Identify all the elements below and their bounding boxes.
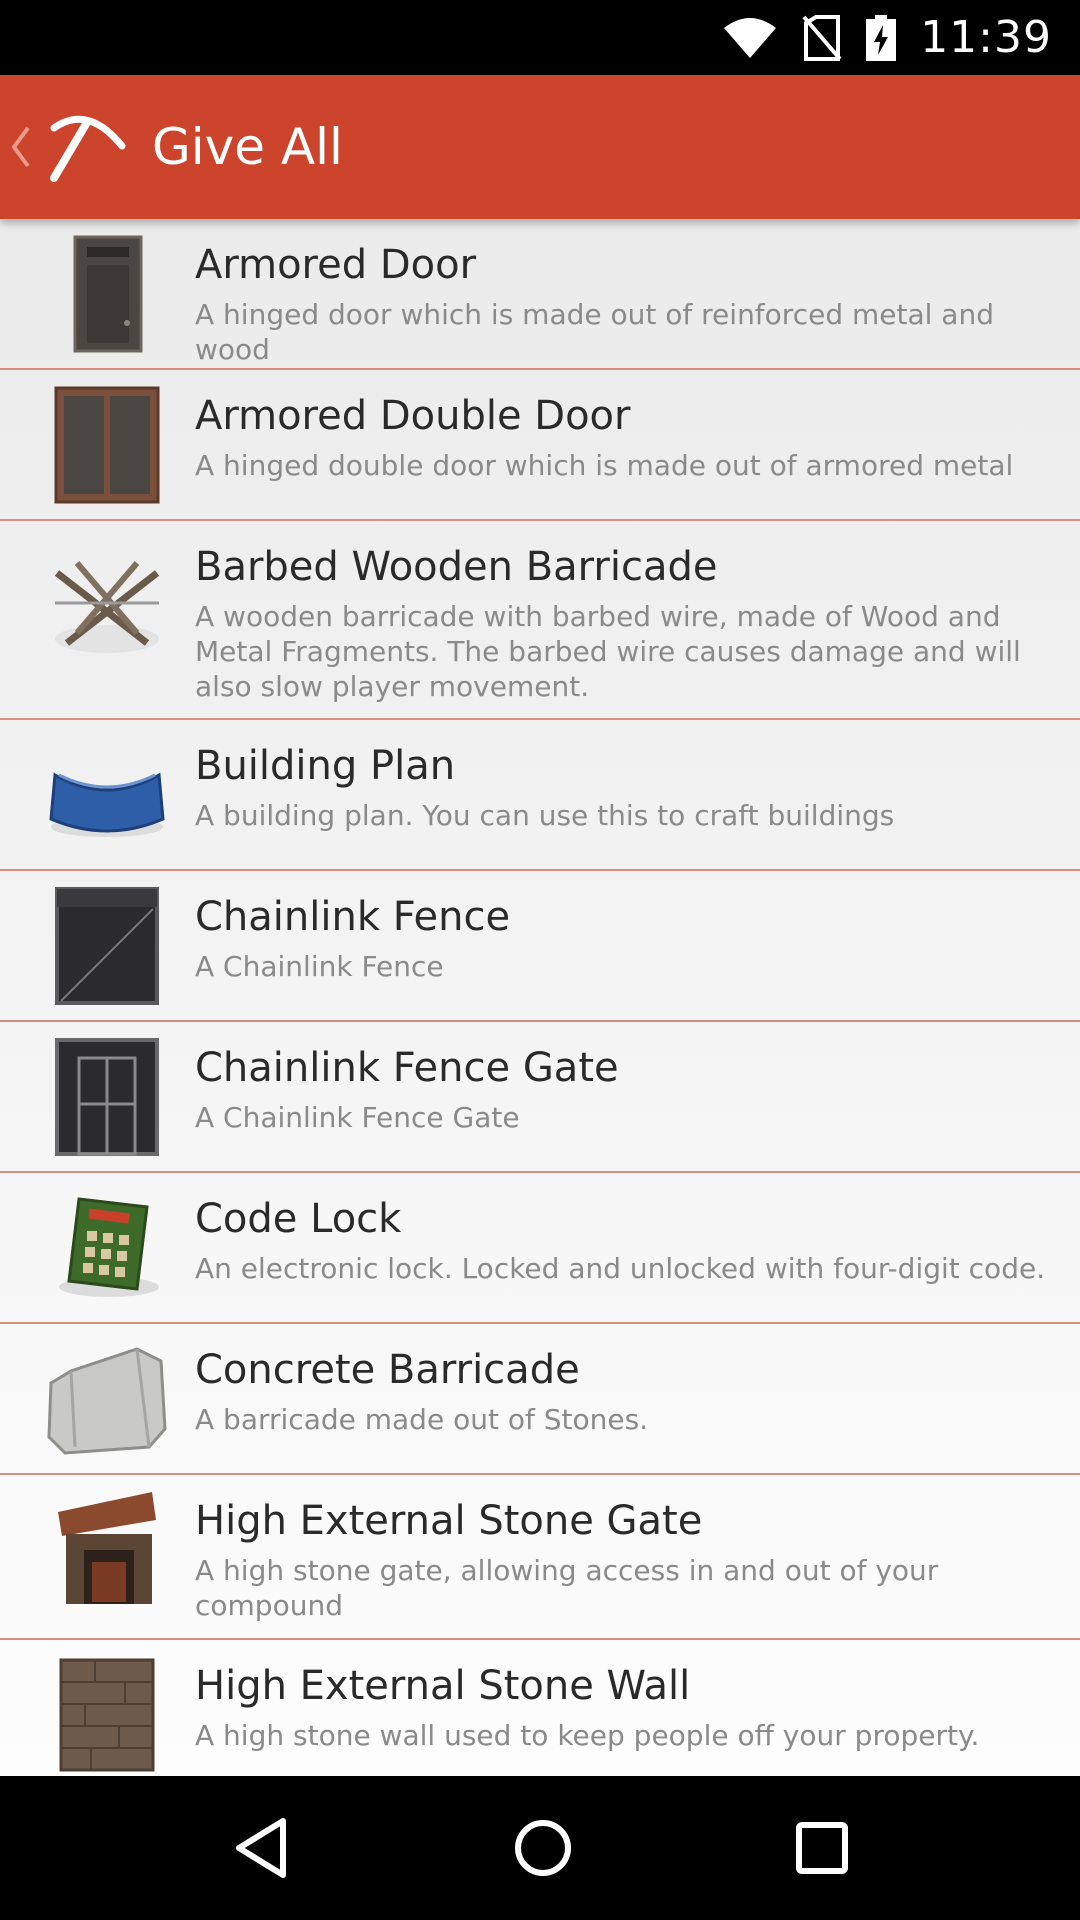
navigation-bar bbox=[0, 1776, 1080, 1920]
item-name: Concrete Barricade bbox=[195, 1347, 580, 1393]
wifi-icon bbox=[724, 17, 777, 58]
code-lock-icon bbox=[42, 1188, 172, 1308]
stone-gate-icon bbox=[42, 1490, 172, 1610]
battery-charging-icon bbox=[866, 14, 897, 61]
status-clock: 11:39 bbox=[920, 12, 1052, 63]
armored-double-door-icon bbox=[42, 385, 172, 505]
item-list[interactable]: Armored Door A hinged door which is made… bbox=[0, 219, 1080, 1776]
item-name: Armored Double Door bbox=[195, 393, 631, 439]
list-item[interactable]: Building Plan A building plan. You can u… bbox=[0, 720, 1080, 871]
item-description: A Chainlink Fence bbox=[195, 950, 444, 983]
recents-square-icon[interactable] bbox=[795, 1821, 849, 1875]
armored-door-icon bbox=[42, 234, 172, 354]
list-item[interactable]: Code Lock An electronic lock. Locked and… bbox=[0, 1173, 1080, 1324]
item-name: Code Lock bbox=[195, 1196, 402, 1242]
app-bar: Give All bbox=[0, 75, 1080, 219]
stone-wall-icon bbox=[42, 1655, 172, 1775]
back-triangle-icon[interactable] bbox=[231, 1817, 291, 1879]
item-name: Armored Door bbox=[195, 242, 477, 288]
item-name: High External Stone Wall bbox=[195, 1663, 691, 1709]
page-title: Give All bbox=[152, 118, 343, 176]
list-item[interactable]: Chainlink Fence A Chainlink Fence bbox=[0, 871, 1080, 1022]
item-description: A building plan. You can use this to cra… bbox=[195, 799, 895, 832]
chainlink-fence-gate-icon bbox=[42, 1037, 172, 1157]
list-item[interactable]: Armored Door A hinged door which is made… bbox=[0, 219, 1080, 370]
list-item[interactable]: Barbed Wooden Barricade A wooden barrica… bbox=[0, 521, 1080, 720]
barbed-barricade-icon bbox=[42, 543, 172, 663]
chevron-left-icon[interactable] bbox=[10, 117, 44, 177]
list-item[interactable]: High External Stone Wall A high stone wa… bbox=[0, 1640, 1080, 1776]
item-name: High External Stone Gate bbox=[195, 1498, 703, 1544]
item-name: Chainlink Fence Gate bbox=[195, 1045, 619, 1091]
item-name: Chainlink Fence bbox=[195, 894, 511, 940]
item-description: A Chainlink Fence Gate bbox=[195, 1101, 520, 1134]
item-description: A high stone gate, allowing access in an… bbox=[195, 1554, 939, 1622]
no-sim-icon bbox=[802, 14, 842, 61]
chainlink-fence-icon bbox=[42, 886, 172, 1006]
list-item[interactable]: Concrete Barricade A barricade made out … bbox=[0, 1324, 1080, 1475]
item-description: A barricade made out of Stones. bbox=[195, 1403, 649, 1436]
item-name: Building Plan bbox=[195, 743, 456, 789]
list-item[interactable]: High External Stone Gate A high stone ga… bbox=[0, 1475, 1080, 1640]
item-description: A hinged door which is made out of reinf… bbox=[195, 298, 994, 366]
item-description: A hinged double door which is made out o… bbox=[195, 449, 1014, 482]
concrete-barricade-icon bbox=[42, 1339, 172, 1459]
home-circle-icon[interactable] bbox=[513, 1818, 573, 1878]
pickaxe-icon[interactable] bbox=[46, 106, 128, 188]
item-description: An electronic lock. Locked and unlocked … bbox=[195, 1252, 1046, 1285]
item-description: A wooden barricade with barbed wire, mad… bbox=[195, 600, 1021, 703]
list-item[interactable]: Chainlink Fence Gate A Chainlink Fence G… bbox=[0, 1022, 1080, 1173]
item-description: A high stone wall used to keep people of… bbox=[195, 1719, 980, 1752]
item-name: Barbed Wooden Barricade bbox=[195, 544, 718, 590]
status-bar: 11:39 bbox=[0, 0, 1080, 75]
building-plan-icon bbox=[42, 735, 172, 855]
list-item[interactable]: Armored Double Door A hinged double door… bbox=[0, 370, 1080, 521]
